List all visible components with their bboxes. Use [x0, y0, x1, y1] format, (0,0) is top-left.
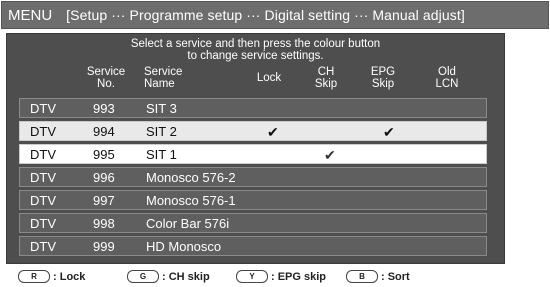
service-type: DTV	[30, 193, 56, 208]
manual-adjust-panel: Select a service and then press the colo…	[6, 33, 505, 264]
instruction-line-1: Select a service and then press the colo…	[130, 38, 381, 50]
service-type: DTV	[30, 124, 56, 139]
col-header-epg-skip: EPG Skip	[370, 66, 396, 90]
service-row-993[interactable]: DTV 993 SIT 3	[19, 98, 487, 118]
ch-skip-check-icon: ✔	[324, 147, 336, 163]
red-key-label: : Lock	[53, 270, 86, 283]
service-number: 996	[93, 170, 115, 185]
green-button-icon: G	[127, 270, 159, 283]
blue-button-icon: B	[346, 270, 378, 283]
red-button-icon: R	[18, 270, 50, 283]
service-name: Color Bar 576i	[146, 216, 230, 231]
col-header-ch-skip: CH Skip	[314, 66, 338, 90]
green-key-ch-skip[interactable]: G : CH skip	[127, 270, 210, 283]
service-number: 994	[93, 124, 115, 139]
yellow-key-epg-skip[interactable]: Y : EPG skip	[236, 270, 326, 283]
service-name: SIT 1	[146, 147, 177, 162]
instruction-line-2: to change service settings.	[187, 50, 324, 62]
instruction-text: Select a service and then press the colo…	[7, 38, 504, 62]
service-row-996[interactable]: DTV 996 Monosco 576-2	[19, 167, 487, 187]
lock-check-icon: ✔	[267, 124, 279, 140]
breadcrumb: [Setup ··· Programme setup ··· Digital s…	[66, 7, 465, 23]
service-name: Monosco 576-2	[146, 170, 236, 185]
colour-key-legend: R : Lock G : CH skip Y : EPG skip B : So…	[0, 266, 520, 286]
service-name: SIT 3	[146, 101, 177, 116]
yellow-button-icon: Y	[236, 270, 268, 283]
service-type: DTV	[30, 170, 56, 185]
service-list: DTV 993 SIT 3 DTV 994 SIT 2 ✔ ✔ DTV 995 …	[19, 98, 487, 259]
service-row-998[interactable]: DTV 998 Color Bar 576i	[19, 213, 487, 233]
service-name: Monosco 576-1	[146, 193, 236, 208]
service-row-999[interactable]: DTV 999 HD Monosco	[19, 236, 487, 256]
service-row-997[interactable]: DTV 997 Monosco 576-1	[19, 190, 487, 210]
service-type: DTV	[30, 239, 56, 254]
col-header-old-lcn: Old LCN	[435, 66, 459, 90]
menu-header-bar: MENU [Setup ··· Programme setup ··· Digi…	[1, 1, 549, 29]
col-header-lock: Lock	[256, 72, 282, 84]
service-number: 999	[93, 239, 115, 254]
blue-key-sort[interactable]: B : Sort	[346, 270, 410, 283]
green-key-label: : CH skip	[162, 270, 210, 283]
col-header-service-name: Service Name	[144, 66, 183, 90]
service-row-994[interactable]: DTV 994 SIT 2 ✔ ✔	[19, 121, 487, 141]
blue-key-label: : Sort	[381, 270, 410, 283]
epg-skip-check-icon: ✔	[383, 124, 395, 140]
service-type: DTV	[30, 147, 56, 162]
yellow-key-label: : EPG skip	[271, 270, 327, 283]
menu-title: MENU	[8, 6, 53, 24]
red-key-lock[interactable]: R : Lock	[18, 270, 85, 283]
service-row-995[interactable]: DTV 995 SIT 1 ✔	[19, 144, 487, 164]
col-header-service-no: Service No.	[86, 66, 126, 90]
service-number: 993	[93, 101, 115, 116]
service-number: 998	[93, 216, 115, 231]
service-number: 997	[93, 193, 115, 208]
service-name: SIT 2	[146, 124, 177, 139]
service-name: HD Monosco	[146, 239, 222, 254]
service-type: DTV	[30, 101, 56, 116]
service-type: DTV	[30, 216, 56, 231]
service-number: 995	[93, 147, 115, 162]
